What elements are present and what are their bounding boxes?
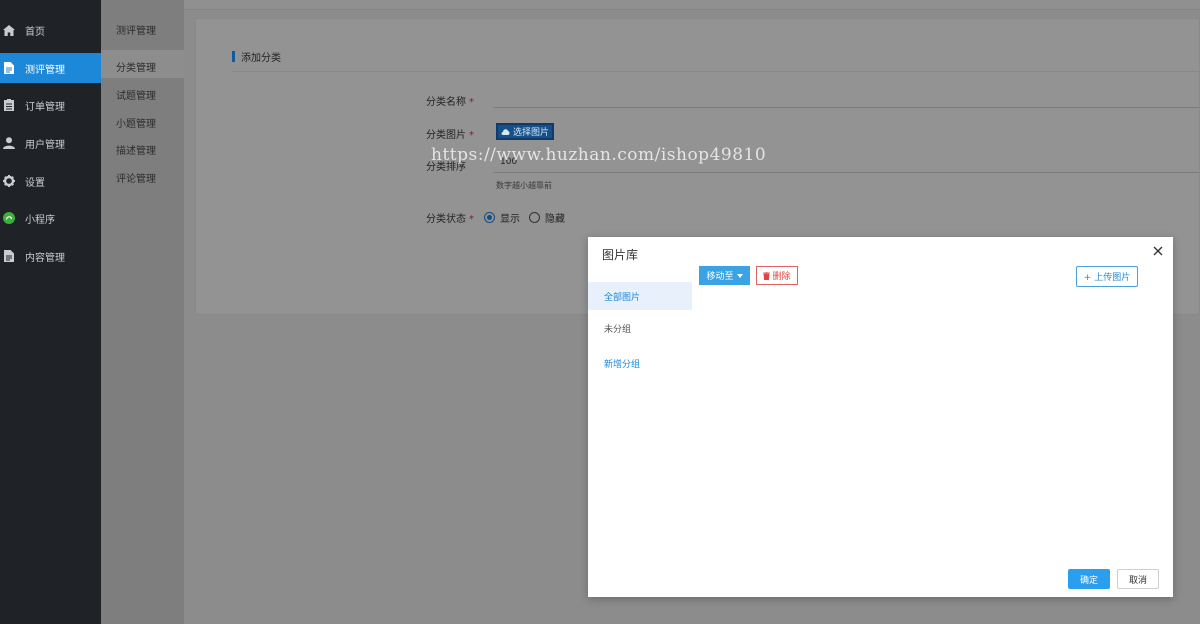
sidebar-item-content[interactable]: 内容管理 — [0, 241, 101, 271]
sidebar-item-label: 首页 — [25, 26, 45, 38]
submenu-item-subquestions[interactable]: 小题管理 — [116, 115, 156, 130]
radio-unchecked-icon — [529, 212, 540, 223]
group-ungrouped[interactable]: 未分组 — [588, 314, 692, 342]
upload-image-button[interactable]: + 上传图片 — [1076, 266, 1138, 287]
close-icon[interactable] — [1151, 244, 1165, 258]
submenu-title: 测评管理 — [116, 26, 156, 37]
status-show-radio[interactable]: 显示 — [484, 210, 520, 225]
watermark-text: https://www.huzhan.com/ishop49810 — [431, 145, 767, 165]
image-label: 分类图片 * — [426, 126, 474, 141]
submenu-item-descriptions[interactable]: 描述管理 — [116, 142, 156, 157]
status-label: 分类状态 * — [426, 210, 474, 225]
main-sidebar: 首页 测评管理 订单管理 用户管理 设置 小程序 内容管理 — [0, 0, 101, 624]
sub-menu: 测评管理 分类管理 试题管理 小题管理 描述管理 评论管理 — [101, 0, 184, 624]
title-divider — [232, 71, 1199, 72]
sidebar-item-label: 订单管理 — [25, 101, 65, 113]
cloud-upload-icon — [501, 129, 510, 135]
sidebar-item-miniprogram[interactable]: 小程序 — [0, 203, 101, 233]
group-all-images[interactable]: 全部图片 — [588, 282, 692, 310]
status-label-text: 分类状态 — [426, 214, 466, 225]
sort-underline — [494, 172, 1199, 173]
user-icon — [3, 137, 15, 149]
form-title-text: 添加分类 — [241, 53, 281, 64]
submenu-item-questions[interactable]: 试题管理 — [116, 87, 156, 102]
cancel-button[interactable]: 取消 — [1117, 569, 1159, 589]
sidebar-item-users[interactable]: 用户管理 — [0, 128, 101, 158]
choose-image-label: 选择图片 — [512, 128, 549, 138]
top-bar — [184, 0, 1200, 10]
order-icon — [3, 99, 15, 111]
choose-image-button[interactable]: 选择图片 — [496, 123, 554, 140]
image-label-text: 分类图片 — [426, 130, 466, 141]
sidebar-item-home[interactable]: 首页 — [0, 15, 101, 45]
delete-label: 删除 — [772, 272, 791, 282]
miniprogram-icon — [3, 212, 15, 224]
trash-icon — [763, 271, 771, 280]
sort-hint: 数字越小越靠前 — [496, 181, 552, 190]
status-hide-radio[interactable]: 隐藏 — [529, 210, 565, 225]
new-group-link[interactable]: 新增分组 — [588, 349, 692, 377]
form-title: 添加分类 — [232, 49, 281, 64]
image-library-modal: 图片库 全部图片 未分组 新增分组 移动至 删除 + 上传图片 确定 取消 — [588, 237, 1173, 597]
submenu-item-comments[interactable]: 评论管理 — [116, 170, 156, 185]
caret-down-icon — [736, 273, 743, 278]
sidebar-item-settings[interactable]: 设置 — [0, 166, 101, 196]
delete-button[interactable]: 删除 — [756, 266, 798, 285]
home-icon — [3, 24, 15, 36]
modal-title: 图片库 — [602, 248, 639, 262]
radio-checked-icon — [484, 212, 495, 223]
name-label-text: 分类名称 — [426, 97, 466, 108]
required-mark: * — [469, 214, 474, 225]
content-icon — [3, 250, 15, 262]
move-to-button[interactable]: 移动至 — [699, 266, 750, 285]
required-mark: * — [469, 97, 474, 108]
sidebar-item-evaluation[interactable]: 测评管理 — [0, 53, 101, 83]
name-label: 分类名称 * — [426, 93, 474, 108]
gear-icon — [3, 175, 15, 187]
move-to-label: 移动至 — [706, 272, 734, 282]
sidebar-item-label: 用户管理 — [25, 139, 65, 151]
submenu-item-category[interactable]: 分类管理 — [116, 59, 156, 74]
title-accent-bar — [232, 51, 235, 62]
confirm-button[interactable]: 确定 — [1068, 569, 1110, 589]
document-icon — [3, 62, 15, 74]
sidebar-item-label: 内容管理 — [25, 252, 65, 264]
sidebar-item-label: 小程序 — [25, 214, 55, 226]
sidebar-item-label: 测评管理 — [25, 64, 65, 76]
sidebar-item-orders[interactable]: 订单管理 — [0, 90, 101, 120]
sidebar-item-label: 设置 — [25, 177, 45, 189]
status-hide-label: 隐藏 — [545, 214, 565, 225]
name-input[interactable] — [494, 107, 1199, 108]
status-show-label: 显示 — [500, 214, 520, 225]
required-mark: * — [469, 130, 474, 141]
